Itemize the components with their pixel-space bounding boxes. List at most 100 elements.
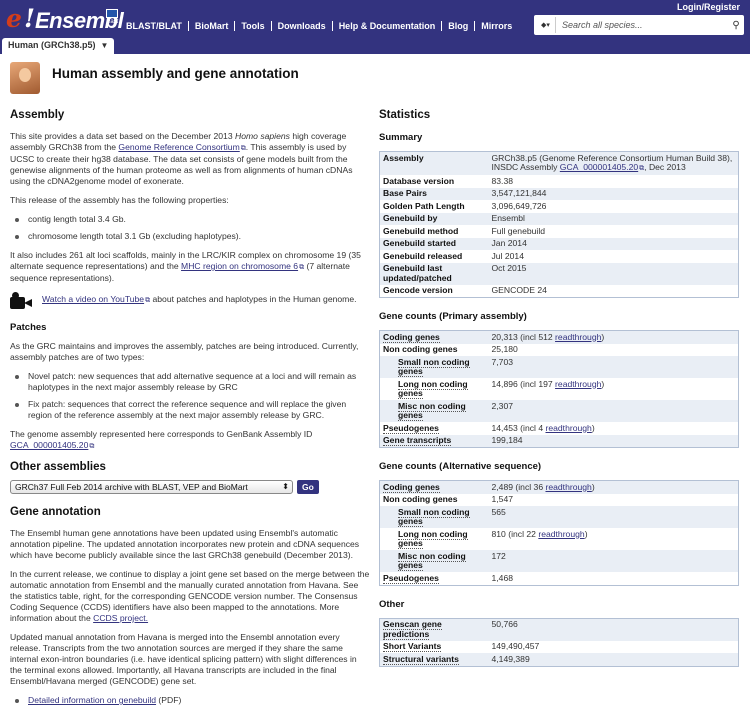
other-heading: Other xyxy=(379,598,405,610)
gene-p2-span: In the current release, we continue to d… xyxy=(10,569,370,623)
patch-types-list: Novel patch: new sequences that add alte… xyxy=(10,371,370,421)
nav-help[interactable]: Help & Documentation xyxy=(333,21,443,31)
readthrough-link[interactable]: readthrough xyxy=(545,482,591,492)
species-selector[interactable]: ◆▾ xyxy=(536,17,556,33)
stat-label-text[interactable]: Long non coding genes xyxy=(398,528,468,549)
stat-label-text[interactable]: Pseudogenes xyxy=(383,572,439,584)
genbank-assembly-link[interactable]: GCA_000001405.20 xyxy=(10,440,88,450)
stat-value-text: Full genebuild xyxy=(491,225,546,236)
stat-value-text: 810 (incl 22 xyxy=(491,528,539,539)
stat-value-text: 2,307 xyxy=(491,400,514,411)
page-title: Human assembly and gene annotation xyxy=(52,66,299,81)
properties-intro: This release of the assembly has the fol… xyxy=(10,195,229,205)
stat-label-text: Golden Path Length xyxy=(383,200,465,211)
search-icon[interactable]: ⚲ xyxy=(728,20,744,31)
stat-value: 565 xyxy=(488,506,739,528)
stat-label-text[interactable]: Misc non coding genes xyxy=(398,400,466,421)
stat-value-text: Jan 2014 xyxy=(491,238,527,248)
stat-value: 2,307 xyxy=(488,400,739,422)
nav-tools[interactable]: Tools xyxy=(235,21,272,31)
species-avatar xyxy=(10,62,40,94)
stat-value: Jan 2014 xyxy=(488,237,739,250)
mhc-region-link[interactable]: MHC region on chromosome 6 xyxy=(181,261,298,271)
stat-value: Ensembl xyxy=(488,212,739,225)
nav-biomart[interactable]: BioMart xyxy=(189,21,236,31)
chevron-down-icon[interactable]: ▼ xyxy=(101,41,109,50)
stat-label-text[interactable]: Genscan gene predictions xyxy=(383,619,442,640)
list-item: contig length total 3.4 Gb. xyxy=(10,214,370,225)
stat-label: Small non coding genes xyxy=(379,506,489,528)
stat-value: 20,313 (incl 512 readthrough) xyxy=(488,330,739,344)
table-row: Base Pairs 3,547,121,844 xyxy=(379,187,739,200)
nav-blog[interactable]: Blog xyxy=(442,21,476,31)
stat-label-text[interactable]: Short Variants xyxy=(383,641,442,652)
stat-label-text[interactable]: Structural variants xyxy=(383,653,459,665)
youtube-video-link[interactable]: Watch a video on YouTube xyxy=(42,294,144,304)
stat-label: Long non coding genes xyxy=(380,528,489,550)
site-region-label: east xyxy=(107,19,119,25)
stat-label: Genebuild started xyxy=(379,237,489,250)
video-text: about patches and haplotypes in the Huma… xyxy=(150,294,357,304)
stat-label-text[interactable]: Coding genes xyxy=(383,481,440,493)
ccds-link[interactable]: CCDS project. xyxy=(93,613,148,623)
readthrough-link[interactable]: readthrough xyxy=(555,332,601,342)
nav-downloads[interactable]: Downloads xyxy=(272,21,333,31)
search-input[interactable]: Search all species... xyxy=(556,20,728,30)
assembly-select-value: GRCh37 Full Feb 2014 archive with BLAST,… xyxy=(15,482,248,492)
stat-label-text[interactable]: Coding genes xyxy=(383,331,440,343)
stat-label: Golden Path Length xyxy=(380,200,489,213)
readthrough-link[interactable]: readthrough xyxy=(538,529,584,539)
stat-value-text: 3,547,121,844 xyxy=(491,188,547,198)
stat-value: GRCh38.p5 (Genome Reference Consortium H… xyxy=(488,151,739,175)
patches-heading: Patches xyxy=(10,322,47,333)
assembly-accession-link[interactable]: GCA_000001405.20 xyxy=(560,162,638,172)
readthrough-link[interactable]: readthrough xyxy=(555,379,601,389)
login-register-link[interactable]: Login/Register xyxy=(677,2,740,12)
stat-value: 2,489 (incl 36 readthrough) xyxy=(488,480,739,494)
alt-loci-text: It also includes 261 alt loci scaffolds,… xyxy=(10,250,370,284)
other-assemblies-row: GRCh37 Full Feb 2014 archive with BLAST,… xyxy=(10,480,370,494)
stat-value: 83.38 xyxy=(489,175,739,188)
stat-value: 3,547,121,844 xyxy=(488,187,739,200)
stat-value: 14,896 (incl 197 readthrough) xyxy=(489,378,739,400)
logo-e: e xyxy=(6,4,22,33)
stat-value-text: 14,453 (incl 4 xyxy=(491,422,546,433)
stat-value: 1,547 xyxy=(489,494,739,507)
assembly-heading: Assembly xyxy=(10,109,65,121)
stat-label-text[interactable]: Pseudogenes xyxy=(383,422,439,434)
ensembl-logo[interactable]: e ! Ensembl east xyxy=(6,4,124,36)
table-row: Coding genes 20,313 (incl 512 readthrough… xyxy=(379,330,739,344)
table-row: Structural variants 4,149,389 xyxy=(379,653,739,666)
table-row: Genebuild by Ensembl xyxy=(379,212,739,225)
stat-value-text: 1,547 xyxy=(491,494,514,504)
tab-species[interactable]: Human (GRCh38.p5) ▼ xyxy=(2,38,115,55)
stat-value: 14,453 (incl 4 readthrough) xyxy=(489,422,739,435)
readthrough-link[interactable]: readthrough xyxy=(545,423,591,433)
grc-link[interactable]: Genome Reference Consortium xyxy=(118,142,239,152)
go-button[interactable]: Go xyxy=(297,480,319,494)
stat-label-text[interactable]: Small non coding genes xyxy=(398,356,470,377)
other-table: Genscan gene predictions 50,766 Short Vari… xyxy=(379,617,739,667)
table-row: Pseudogenes 14,453 (incl 4 readthrough) xyxy=(380,422,739,435)
stat-label-text[interactable]: Gene transcripts xyxy=(383,435,452,446)
nav-mirrors[interactable]: Mirrors xyxy=(475,21,518,31)
table-row: Non coding genes 1,547 xyxy=(380,494,739,507)
list-item: Detailed information on genebuild (PDF) xyxy=(10,695,370,706)
stat-label-text[interactable]: Small non coding genes xyxy=(398,506,470,527)
search-box[interactable]: ◆▾ Search all species... ⚲ xyxy=(534,15,744,35)
stat-label-text[interactable]: Long non coding genes xyxy=(398,378,468,399)
list-item: Fix patch: sequences that correct the re… xyxy=(10,399,370,421)
nav-blast[interactable]: BLAST/BLAT xyxy=(120,21,189,31)
properties-list: contig length total 3.4 Gb. chromosome l… xyxy=(10,214,370,242)
stat-value-text: 199,184 xyxy=(491,435,523,445)
assembly-select[interactable]: GRCh37 Full Feb 2014 archive with BLAST,… xyxy=(10,480,293,494)
genebuild-link[interactable]: Detailed information on genebuild xyxy=(28,695,156,705)
stat-label: Pseudogenes xyxy=(380,422,489,435)
stat-value-tail: ) xyxy=(601,378,605,389)
stat-label-text: Non coding genes xyxy=(383,494,458,504)
stat-value: GENCODE 24 xyxy=(489,285,739,298)
stat-value-text: 7,703 xyxy=(491,356,514,367)
video-row: Watch a video on YouTube⧉ about patches … xyxy=(10,292,370,310)
stat-value-text: 20,313 (incl 512 xyxy=(491,331,556,342)
stat-label-text[interactable]: Misc non coding genes xyxy=(398,550,466,571)
